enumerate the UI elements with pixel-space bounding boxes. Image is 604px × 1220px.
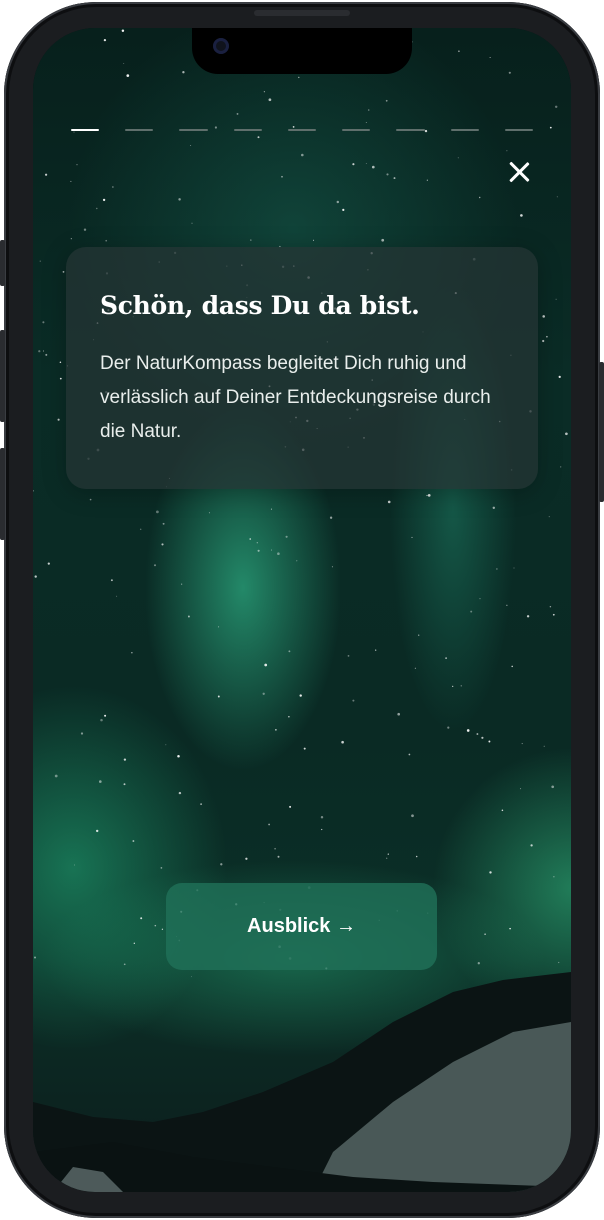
speaker-grille — [254, 10, 350, 16]
close-button[interactable] — [504, 157, 534, 187]
camera-icon — [213, 38, 229, 54]
screen — [33, 28, 571, 1192]
progress-segment — [504, 129, 533, 131]
progress-segment — [233, 129, 262, 131]
progress-segment — [179, 129, 208, 131]
mute-switch — [0, 240, 5, 286]
progress-segment — [287, 129, 317, 131]
volume-up-button — [0, 330, 5, 422]
volume-down-button — [0, 448, 5, 540]
mountain-silhouette — [33, 972, 571, 1192]
ausblick-button[interactable]: Ausblick → — [166, 883, 437, 970]
welcome-card: Schön, dass Du da bist. Der NaturKompass… — [66, 247, 538, 489]
progress-segment — [125, 129, 154, 131]
progress-segment — [71, 129, 100, 131]
power-button — [599, 362, 604, 502]
card-text: Der NaturKompass begleitet Dich ruhig un… — [100, 353, 491, 442]
progress-indicator — [71, 129, 533, 133]
progress-segment — [450, 129, 479, 131]
card-title: Schön, dass Du da bist. — [100, 291, 420, 320]
progress-segment — [342, 129, 371, 131]
progress-segment — [396, 129, 425, 131]
